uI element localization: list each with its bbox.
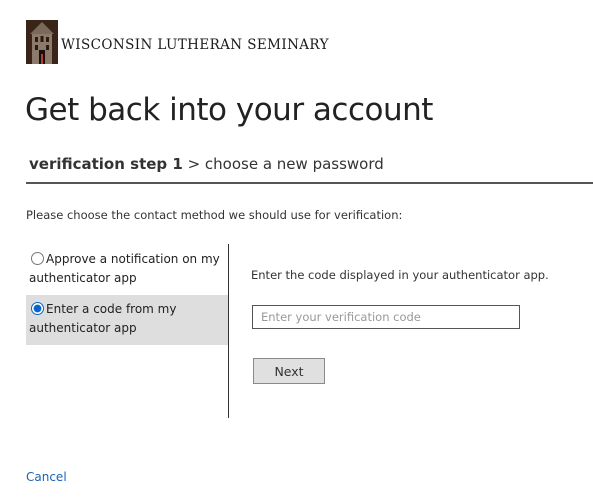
next-button[interactable]: Next bbox=[253, 358, 325, 384]
method-label-notification: Approve a notification on my authenticat… bbox=[29, 252, 220, 285]
step-separator: > bbox=[182, 155, 205, 173]
org-name: WISCONSIN LUTHERAN SEMINARY bbox=[61, 37, 329, 53]
cancel-link[interactable]: Cancel bbox=[26, 470, 67, 484]
contact-method-list: Approve a notification on my authenticat… bbox=[26, 251, 228, 345]
step-current: verification step 1 bbox=[29, 155, 183, 173]
method-radio-code[interactable] bbox=[31, 302, 44, 315]
step-next: choose a new password bbox=[204, 155, 384, 173]
page-title: Get back into your account bbox=[25, 92, 433, 128]
steps-divider bbox=[26, 182, 593, 184]
header: WISCONSIN LUTHERAN SEMINARY bbox=[26, 20, 329, 64]
method-label-code: Enter a code from my authenticator app bbox=[29, 302, 177, 335]
method-option-code[interactable]: Enter a code from my authenticator app bbox=[26, 295, 228, 345]
seminary-chapel-logo bbox=[26, 20, 58, 64]
method-option-notification[interactable]: Approve a notification on my authenticat… bbox=[26, 245, 228, 295]
step-breadcrumb: verification step 1 > choose a new passw… bbox=[29, 155, 384, 173]
code-prompt: Enter the code displayed in your authent… bbox=[251, 268, 549, 282]
verification-instruction: Please choose the contact method we shou… bbox=[26, 208, 403, 222]
method-divider bbox=[228, 244, 229, 418]
verification-code-input[interactable] bbox=[252, 305, 520, 329]
method-radio-notification[interactable] bbox=[31, 252, 44, 265]
